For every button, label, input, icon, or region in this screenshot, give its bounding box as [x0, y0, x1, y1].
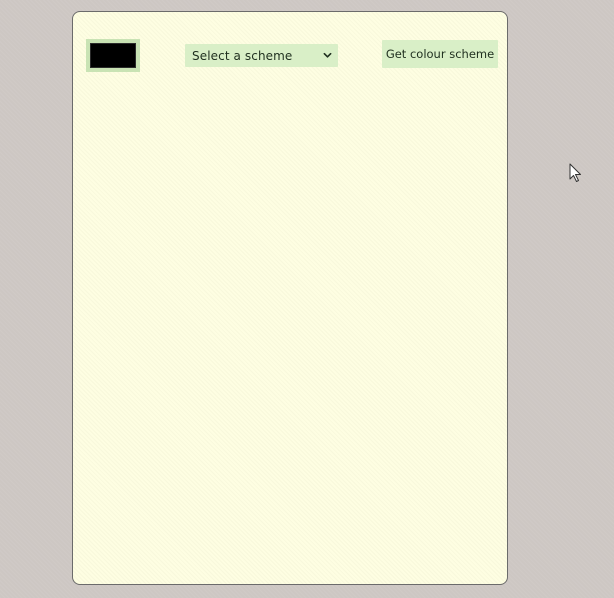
- get-colour-scheme-label: Get colour scheme: [385, 47, 495, 61]
- color-swatch: [90, 43, 136, 68]
- chevron-down-icon: [323, 52, 332, 58]
- get-colour-scheme-button[interactable]: Get colour scheme: [382, 40, 498, 68]
- color-scheme-card: Select a scheme Get colour scheme: [72, 11, 508, 585]
- color-picker[interactable]: [86, 39, 140, 72]
- scheme-select-label: Select a scheme: [192, 48, 293, 63]
- mouse-pointer-icon: [569, 163, 581, 182]
- scheme-select[interactable]: Select a scheme: [185, 44, 338, 67]
